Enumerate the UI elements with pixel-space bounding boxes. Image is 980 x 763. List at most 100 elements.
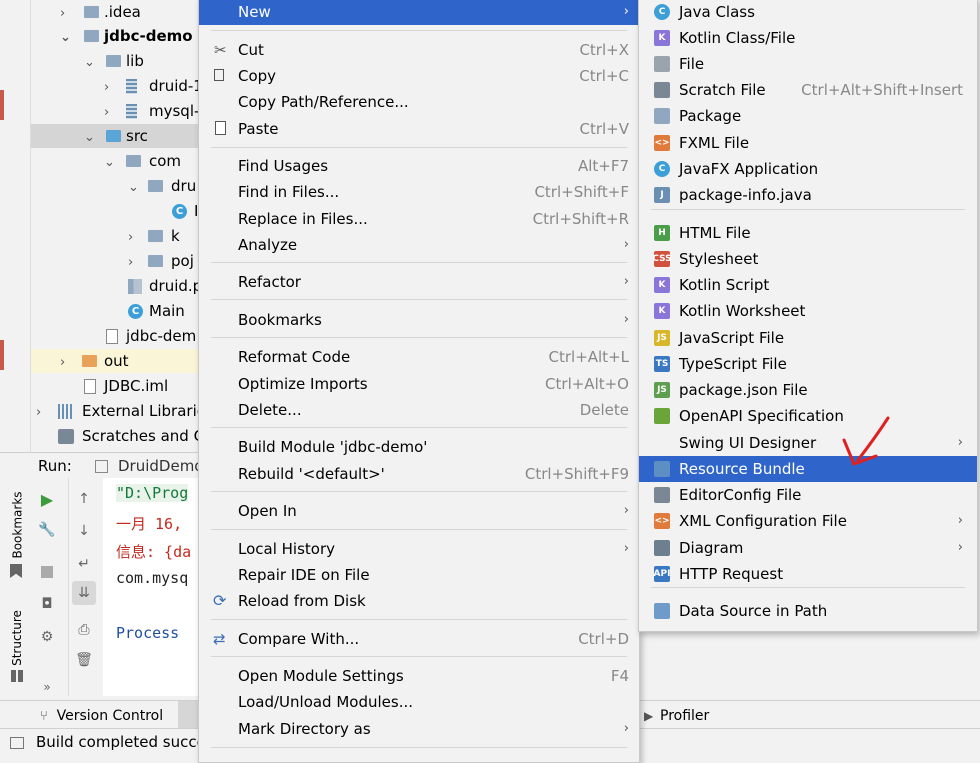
menu-item-open-in[interactable]: Open In › xyxy=(199,498,639,524)
new-item-javafx-application[interactable]: C JavaFX Application xyxy=(639,156,977,182)
new-item-typescript-file[interactable]: TS TypeScript File xyxy=(639,351,977,377)
rerun-icon[interactable]: ▶ xyxy=(38,490,56,509)
tree-row-idea[interactable]: › .idea xyxy=(60,0,141,25)
menu-item-paste[interactable]: Paste Ctrl+V xyxy=(199,116,639,142)
new-item-kotlin-worksheet[interactable]: K Kotlin Worksheet xyxy=(639,298,977,324)
new-item-scratch-file[interactable]: Scratch File Ctrl+Alt+Shift+Insert xyxy=(639,77,977,103)
new-item-kotlin-class-file[interactable]: K Kotlin Class/File xyxy=(639,25,977,51)
more-icon[interactable]: » xyxy=(38,678,56,696)
chevron-right-icon[interactable]: › xyxy=(104,105,109,120)
menu-item-local-history[interactable]: Local History › xyxy=(199,536,639,562)
new-item-fxml-file[interactable]: <> FXML File xyxy=(639,130,977,156)
menu-item-delete[interactable]: Delete... Delete xyxy=(199,397,639,423)
new-item-package-json-file[interactable]: JS package.json File xyxy=(639,377,977,403)
chevron-down-icon[interactable]: ⌄ xyxy=(104,155,115,170)
chevron-down-icon[interactable]: ⌄ xyxy=(84,55,95,70)
tree-row-lib[interactable]: ⌄ lib xyxy=(84,49,144,74)
tree-row-druid-jar[interactable]: › druid-1 xyxy=(104,74,203,99)
run-panel-body: Bookmarks Structure ▶ 🔧 ◘ ⚙ » ↑ ↓ ↵ ⇊ ⎙ … xyxy=(0,478,200,696)
wrench-icon[interactable]: 🔧 xyxy=(38,521,56,539)
chevron-down-icon[interactable]: ⌄ xyxy=(84,130,95,145)
run-tool-button[interactable] xyxy=(178,701,200,729)
new-item-http-request[interactable]: API HTTP Request xyxy=(639,561,977,587)
new-item-kotlin-script[interactable]: K Kotlin Script xyxy=(639,272,977,298)
chevron-right-icon: › xyxy=(623,237,629,252)
tree-row-out[interactable]: › out xyxy=(60,349,129,374)
new-item-html-file[interactable]: H HTML File xyxy=(639,220,977,246)
menu-item-bookmarks[interactable]: Bookmarks › xyxy=(199,307,639,333)
menu-item-compare-with[interactable]: ⇄ Compare With... Ctrl+D xyxy=(199,626,639,652)
chevron-right-icon[interactable]: › xyxy=(104,80,109,95)
tree-row-mysql-jar[interactable]: › mysql- xyxy=(104,99,199,124)
menu-item-refactor[interactable]: Refactor › xyxy=(199,269,639,295)
version-control-button[interactable]: ⑂ Version Control xyxy=(40,706,163,724)
tree-row-pojo[interactable]: › poj xyxy=(128,249,194,274)
tree-row-jdbc-demo[interactable]: ⌄ jdbc-demo xyxy=(60,24,193,49)
tree-row-src[interactable]: ⌄ src xyxy=(84,124,148,149)
run-tab[interactable]: DruidDemo xyxy=(118,457,203,475)
menu-item-repair-ide[interactable]: Repair IDE on File xyxy=(199,562,639,588)
stop-icon[interactable] xyxy=(38,563,56,581)
structure-tool-button[interactable]: Structure xyxy=(9,603,25,668)
scratches-icon xyxy=(58,429,74,444)
trash-icon[interactable]: 🗑 xyxy=(75,651,93,669)
settings-icon[interactable]: ⚙ xyxy=(38,628,56,646)
menu-item-find-usages[interactable]: Find Usages Alt+F7 xyxy=(199,153,639,179)
menu-item-reformat-code[interactable]: Reformat Code Ctrl+Alt+L xyxy=(199,344,639,370)
arrow-up-icon[interactable]: ↑ xyxy=(75,490,93,508)
arrow-down-icon[interactable]: ↓ xyxy=(75,522,93,540)
chevron-right-icon[interactable]: › xyxy=(60,355,65,370)
new-item-stylesheet[interactable]: CSS Stylesheet xyxy=(639,246,977,272)
menu-item-mark-directory-as[interactable]: Mark Directory as › xyxy=(199,716,639,742)
chevron-down-icon[interactable]: ⌄ xyxy=(60,30,71,45)
print-icon[interactable]: ⎙ xyxy=(75,621,93,639)
tree-row-k[interactable]: › k xyxy=(128,224,180,249)
menu-item-optimize-imports[interactable]: Optimize Imports Ctrl+Alt+O xyxy=(199,371,639,397)
menu-item-open-module-settings[interactable]: Open Module Settings F4 xyxy=(199,663,639,689)
camera-icon[interactable]: ◘ xyxy=(38,595,56,613)
menu-separator xyxy=(211,491,627,492)
new-item-editorconfig-file[interactable]: EditorConfig File xyxy=(639,482,977,508)
chevron-right-icon[interactable]: › xyxy=(128,230,133,245)
tree-row-com[interactable]: ⌄ com xyxy=(104,149,181,174)
new-item-xml-configuration-file[interactable]: <> XML Configuration File › xyxy=(639,508,977,534)
menu-item-cut[interactable]: ✂ Cut Ctrl+X xyxy=(199,37,639,63)
scroll-to-end-icon[interactable]: ⇊ xyxy=(72,581,96,605)
menu-item-copy[interactable]: Copy Ctrl+C xyxy=(199,63,639,89)
java-class-icon: C xyxy=(654,4,670,20)
chevron-right-icon[interactable]: › xyxy=(128,255,133,270)
new-item-java-class[interactable]: C Java Class xyxy=(639,0,977,25)
run-config-icon xyxy=(95,460,108,473)
new-item-swing-ui-designer[interactable]: Swing UI Designer › xyxy=(639,430,977,456)
new-item-package-info-java[interactable]: Jpackage-info.java xyxy=(639,182,977,208)
menu-item-copy-path[interactable]: Copy Path/Reference... xyxy=(199,89,639,115)
stylesheet-icon: CSS xyxy=(652,251,672,267)
chevron-right-icon[interactable]: › xyxy=(36,405,41,420)
new-item-openapi-specification[interactable]: OpenAPI Specification xyxy=(639,403,977,429)
bookmarks-tool-button[interactable]: Bookmarks xyxy=(9,488,25,558)
new-item-package[interactable]: Package xyxy=(639,103,977,129)
tree-row-druid-package[interactable]: ⌄ dru xyxy=(128,174,196,199)
menu-item-rebuild[interactable]: Rebuild '<default>' Ctrl+Shift+F9 xyxy=(199,461,639,487)
new-item-javascript-file[interactable]: JS JavaScript File xyxy=(639,325,977,351)
menu-item-find-in-files[interactable]: Find in Files... Ctrl+Shift+F xyxy=(199,179,639,205)
menu-item-load-unload-modules[interactable]: Load/Unload Modules... xyxy=(199,689,639,715)
menu-item-reload-from-disk[interactable]: ⟳ Reload from Disk xyxy=(199,588,639,614)
soft-wrap-icon[interactable]: ↵ xyxy=(75,555,93,573)
menu-item-analyze[interactable]: Analyze › xyxy=(199,232,639,258)
chevron-right-icon[interactable]: › xyxy=(60,6,65,21)
menu-item-replace-in-files[interactable]: Replace in Files... Ctrl+Shift+R xyxy=(199,206,639,232)
chevron-down-icon[interactable]: ⌄ xyxy=(128,180,139,195)
kotlin-class-file-icon: K xyxy=(654,30,670,46)
status-window-icon[interactable] xyxy=(10,737,24,749)
new-item-data-source-in-path[interactable]: Data Source in Path xyxy=(639,598,977,624)
new-item-diagram[interactable]: Diagram › xyxy=(639,535,977,561)
profiler-button[interactable]: ▶ Profiler xyxy=(644,706,709,724)
menu-item-new[interactable]: New › xyxy=(199,0,639,25)
new-item-file[interactable]: File xyxy=(639,51,977,77)
new-item-resource-bundle[interactable]: Resource Bundle xyxy=(639,456,977,482)
menu-item-build-module[interactable]: Build Module 'jdbc-demo' xyxy=(199,434,639,460)
profiler-icon: ▶ xyxy=(644,709,654,723)
tree-row-external-libraries[interactable]: › External Librarie xyxy=(36,399,206,424)
console-output[interactable]: "D:\Prog 一月 16, 信息: {da com.mysq Process xyxy=(103,478,200,696)
